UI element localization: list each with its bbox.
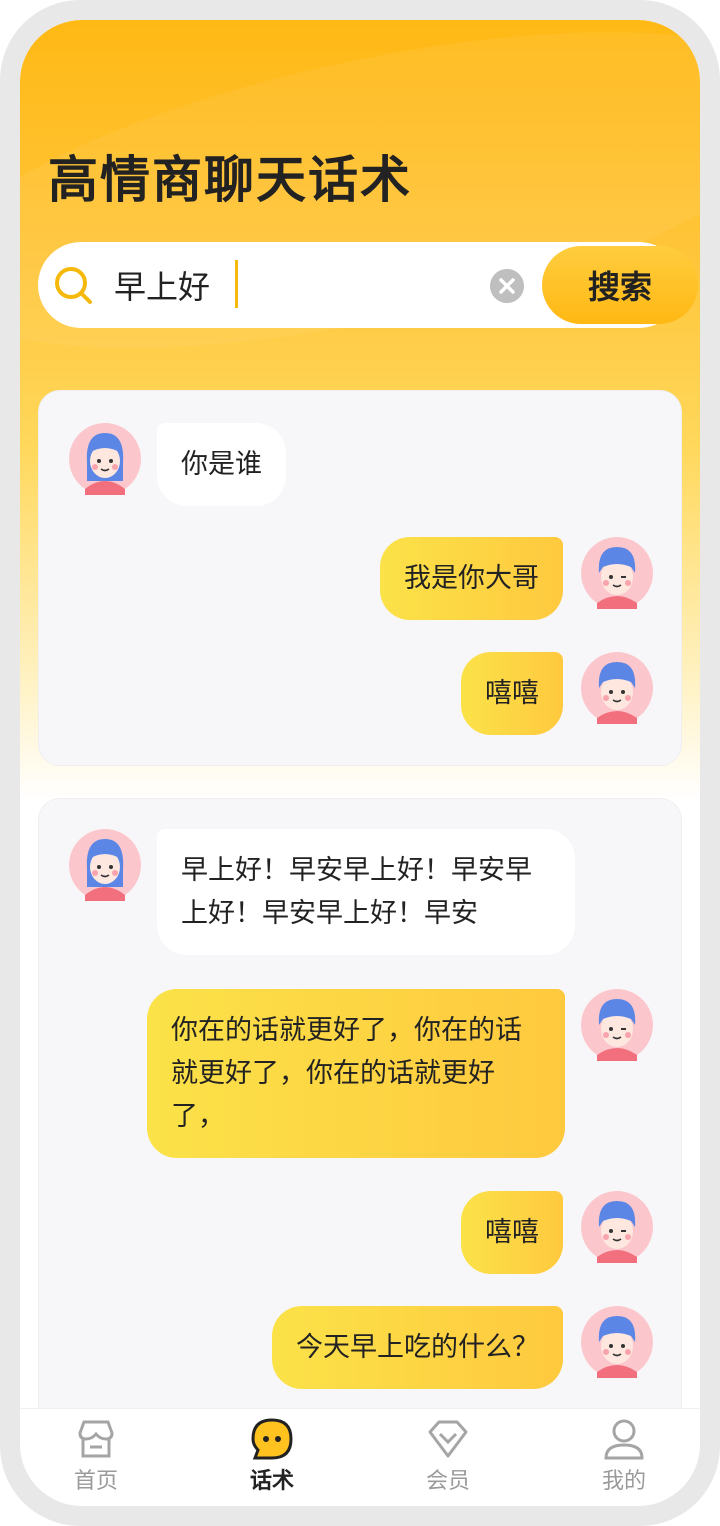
male-avatar-icon	[581, 1306, 653, 1378]
message-bubble-left: 早上好！早安早上好！早安早上好！早安早上好！早安	[157, 829, 575, 955]
tab-label: 会员	[425, 1469, 470, 1494]
search-button[interactable]: 搜索	[542, 246, 698, 324]
page-title: 高情商聊天话术	[48, 151, 412, 209]
device-frame: 高情商聊天话术 搜索 你是谁 我是你大哥	[0, 0, 720, 1526]
tab-scripts[interactable]: 话术	[222, 1417, 322, 1503]
tab-label: 首页	[73, 1469, 118, 1494]
message-bubble-right: 嘻嘻	[461, 1191, 563, 1274]
tab-label: 话术	[249, 1469, 294, 1494]
clear-icon[interactable]	[490, 269, 524, 303]
chat-bubble-icon	[251, 1418, 293, 1460]
diamond-icon	[428, 1420, 468, 1458]
text-cursor	[235, 260, 238, 308]
male-avatar-icon	[581, 989, 653, 1061]
store-icon	[78, 1420, 114, 1458]
message-bubble-left: 你是谁	[157, 423, 286, 506]
dialogue-card[interactable]: 你是谁 我是你大哥 嘻嘻	[38, 390, 682, 766]
message-bubble-right: 我是你大哥	[380, 537, 563, 620]
tab-home[interactable]: 首页	[46, 1417, 146, 1503]
search-bar: 搜索	[38, 242, 698, 328]
female-avatar-icon	[69, 423, 141, 495]
male-avatar-icon	[581, 652, 653, 724]
male-avatar-icon	[581, 1191, 653, 1263]
dialogue-card[interactable]: 早上好！早安早上好！早安早上好！早安早上好！早安 你在的话就更好了，你在的话就更…	[38, 798, 682, 1438]
female-avatar-icon	[69, 829, 141, 901]
user-icon	[604, 1419, 644, 1460]
male-avatar-icon	[581, 537, 653, 609]
search-icon	[55, 267, 92, 304]
search-input[interactable]	[114, 260, 484, 310]
app-screen: 高情商聊天话术 搜索 你是谁 我是你大哥	[20, 20, 700, 1506]
message-bubble-right: 嘻嘻	[461, 652, 563, 735]
tab-label: 我的	[601, 1469, 646, 1494]
tab-profile[interactable]: 我的	[574, 1417, 674, 1503]
tab-membership[interactable]: 会员	[398, 1417, 498, 1503]
message-bubble-right: 你在的话就更好了，你在的话就更好了，你在的话就更好了，	[147, 989, 565, 1158]
message-bubble-right: 今天早上吃的什么？	[272, 1306, 563, 1389]
tab-bar: 首页 话术 会员 我的	[20, 1408, 700, 1506]
